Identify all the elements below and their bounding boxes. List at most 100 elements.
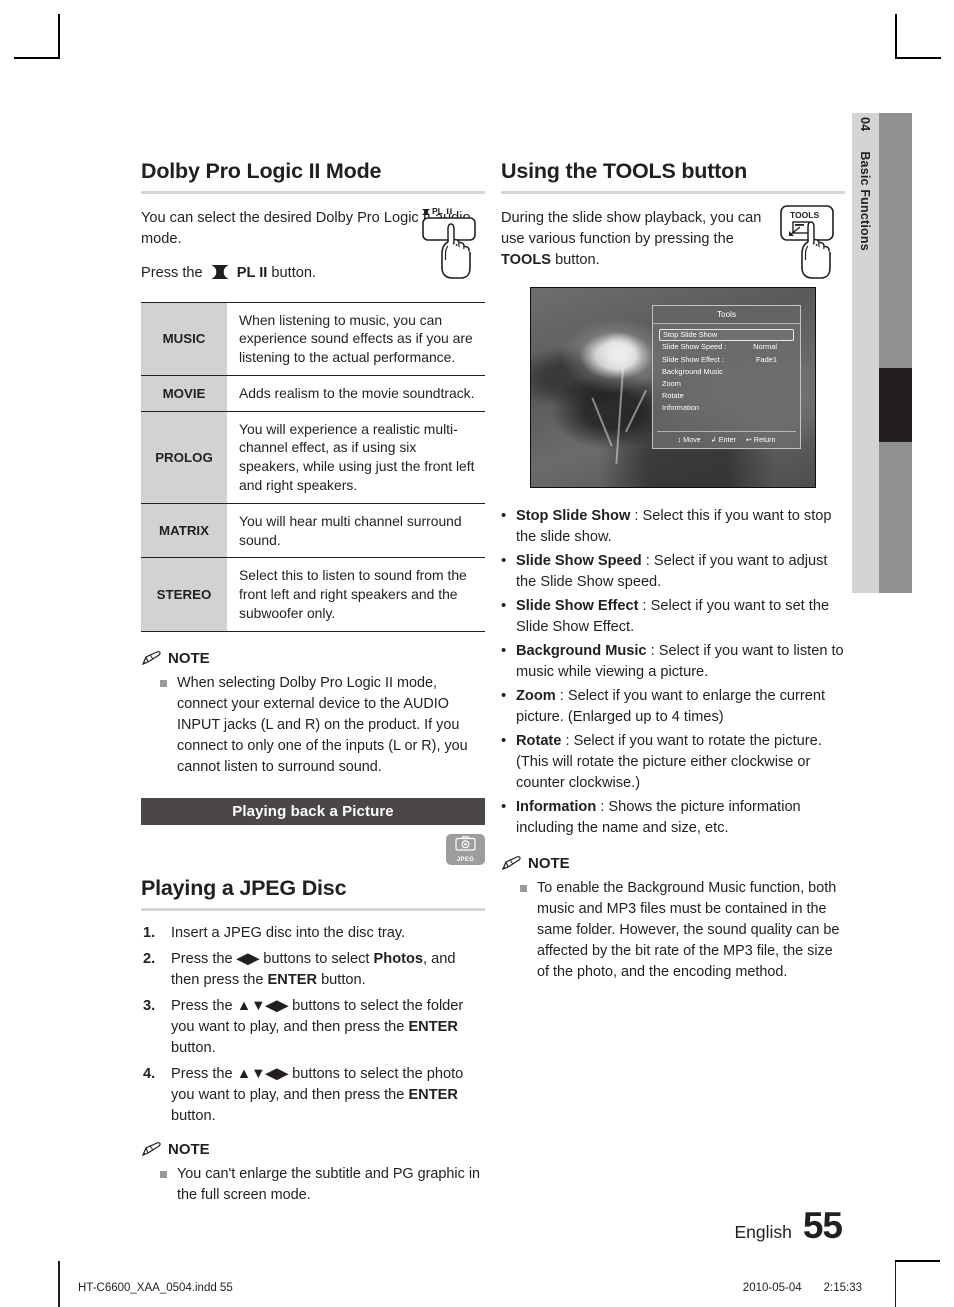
- menu-item-slide-show-effect[interactable]: Slide Show Effect : Fade1: [659, 353, 794, 365]
- note-list: When selecting Dolby Pro Logic II mode, …: [141, 673, 485, 779]
- chapter-tab-text: 04 Basic Functions: [852, 113, 879, 593]
- mode-description: Adds realism to the movie soundtrack.: [239, 384, 475, 401]
- updown-arrow-icon: ↕: [677, 434, 682, 444]
- svg-text:PL: PL: [432, 206, 443, 216]
- right-column: Using the TOOLS button During the slide …: [501, 159, 845, 984]
- screenshot-wrapper: Tools Stop Slide Show Slide Show Speed :…: [501, 271, 845, 488]
- emphasis-text: ▲▼◀▶: [236, 998, 289, 1015]
- tools-intro-prefix: During the slide show playback, you can …: [501, 209, 762, 247]
- menu-item-label: Slide Show Speed :: [662, 342, 727, 352]
- menu-item-rotate[interactable]: Rotate: [659, 390, 794, 402]
- footer-hint-enter: ↲ Enter: [711, 435, 736, 444]
- footer-date: 2010-05-04: [742, 1282, 802, 1294]
- menu-item-information[interactable]: Information: [659, 402, 794, 414]
- list-item: Background Music : Select if you want to…: [501, 640, 845, 683]
- menu-item-slide-show-speed[interactable]: Slide Show Speed : Normal: [659, 341, 794, 353]
- crop-mark-top-right-horizontal: [896, 57, 941, 59]
- tools-intro-suffix: button.: [551, 251, 600, 268]
- list-item: Zoom : Select if you want to enlarge the…: [501, 685, 845, 728]
- menu-item-label: Background Music: [662, 366, 723, 376]
- subsection-title-text: Playing a JPEG Disc: [141, 876, 347, 901]
- press-button-name: PL II: [236, 264, 268, 281]
- camera-icon: [455, 836, 476, 856]
- jpeg-badge-label: JPEG: [456, 857, 475, 864]
- list-item: When selecting Dolby Pro Logic II mode, …: [141, 673, 485, 779]
- term: Information: [516, 798, 597, 815]
- chapter-progress-marker: [879, 368, 912, 442]
- step-text: Press the: [171, 1066, 237, 1083]
- mode-name: PROLOG: [141, 411, 227, 504]
- pencil-icon: [141, 1142, 162, 1157]
- menu-item-background-music[interactable]: Background Music: [659, 365, 794, 377]
- page-number: 55: [802, 1205, 843, 1246]
- term: Zoom: [516, 687, 556, 704]
- term: Background Music: [516, 642, 647, 659]
- left-column: Dolby Pro Logic II Mode You can select t…: [141, 159, 485, 1206]
- menu-item-value: [776, 330, 790, 339]
- note-heading: NOTE: [141, 1141, 485, 1158]
- section-bar-playing-back-a-picture: Playing back a Picture: [141, 798, 485, 826]
- note-label: NOTE: [168, 649, 210, 667]
- note-label: NOTE: [528, 854, 570, 872]
- menu-item-label: Zoom: [662, 378, 681, 388]
- note-label: NOTE: [168, 1141, 210, 1159]
- emphasis-text: ▲▼◀▶: [236, 1066, 289, 1083]
- list-item: Rotate : Select if you want to rotate th…: [501, 730, 845, 794]
- crop-mark-top-right-vertical: [895, 14, 897, 59]
- footer-tick-left: [58, 1261, 60, 1307]
- press-suffix: button.: [271, 264, 317, 281]
- list-item: You can't enlarge the subtitle and PG gr…: [141, 1164, 485, 1206]
- subsection-title: Playing a JPEG Disc: [141, 876, 485, 912]
- footer-time: 2:15:33: [823, 1282, 862, 1294]
- crop-mark-top-left-vertical: [58, 14, 60, 59]
- footer-timestamp: 2010-05-04 2:15:33: [743, 1282, 862, 1294]
- crop-mark-bottom-right-horizontal: [895, 1260, 940, 1262]
- list-item: Insert a JPEG disc into the disc tray.: [141, 923, 485, 944]
- footer-filename: HT-C6600_XAA_0504.indd 55: [78, 1282, 233, 1294]
- chapter-tab: 04 Basic Functions: [852, 113, 879, 593]
- step-text: button.: [317, 972, 366, 989]
- chapter-number: 04: [858, 117, 873, 132]
- emphasis-text: Photos: [373, 951, 424, 968]
- tools-intro-paragraph: During the slide show playback, you can …: [501, 208, 767, 271]
- step-text: button.: [171, 1108, 216, 1125]
- list-item: Stop Slide Show : Select this if you wan…: [501, 505, 845, 548]
- mode-name: MATRIX: [141, 503, 227, 558]
- pl2-button-illustration: PL II: [418, 200, 492, 280]
- list-item: Press the ▲▼◀▶ buttons to select the pho…: [141, 1064, 485, 1127]
- svg-text:II: II: [446, 206, 453, 216]
- dolby-modes-table-body: MUSIC When listening to music, you can e…: [141, 302, 485, 632]
- press-prefix: Press the: [141, 264, 203, 281]
- menu-item-stop-slide-show[interactable]: Stop Slide Show: [659, 328, 794, 341]
- note-block-dolby: NOTE When selecting Dolby Pro Logic II m…: [141, 650, 485, 779]
- page-number-block: English 55: [734, 1205, 843, 1247]
- menu-item-value: Fade1: [756, 354, 777, 364]
- step-text: buttons to select: [259, 951, 374, 968]
- mode-description: Select this to listen to sound from the …: [239, 567, 467, 621]
- note-block-jpeg: NOTE You can't enlarge the subtitle and …: [141, 1141, 485, 1206]
- dolby-logo-icon: [210, 264, 229, 286]
- menu-item-label: Stop Slide Show: [663, 330, 718, 340]
- menu-item-value: [777, 403, 791, 412]
- language-label: English: [734, 1222, 792, 1242]
- mode-description: You will experience a realistic multi-ch…: [239, 420, 475, 493]
- menu-item-zoom[interactable]: Zoom: [659, 377, 794, 389]
- note-heading: NOTE: [141, 650, 485, 667]
- page-title: Dolby Pro Logic II Mode: [141, 159, 485, 194]
- section-bar-label: Playing back a Picture: [232, 803, 394, 821]
- mode-name: MUSIC: [141, 302, 227, 376]
- step-text: button.: [171, 1040, 216, 1057]
- list-item: Press the ◀▶ buttons to select Photos, a…: [141, 949, 485, 991]
- step-text: Press the: [171, 951, 237, 968]
- footer-tick-right: [894, 1261, 896, 1307]
- list-item: Slide Show Speed : Select if you want to…: [501, 550, 845, 593]
- definition: : Select if you want to enlarge the curr…: [516, 687, 826, 725]
- crop-mark-top-left-horizontal: [14, 57, 59, 59]
- jpeg-steps-list: Insert a JPEG disc into the disc tray. P…: [141, 923, 485, 1127]
- page-title-text: Dolby Pro Logic II Mode: [141, 159, 382, 183]
- term: Rotate: [516, 732, 562, 749]
- tools-intro-button: TOOLS: [501, 251, 552, 268]
- emphasis-text: ENTER: [408, 1019, 458, 1036]
- menu-item-label: Information: [662, 403, 699, 413]
- dolby-modes-table: MUSIC When listening to music, you can e…: [141, 302, 485, 632]
